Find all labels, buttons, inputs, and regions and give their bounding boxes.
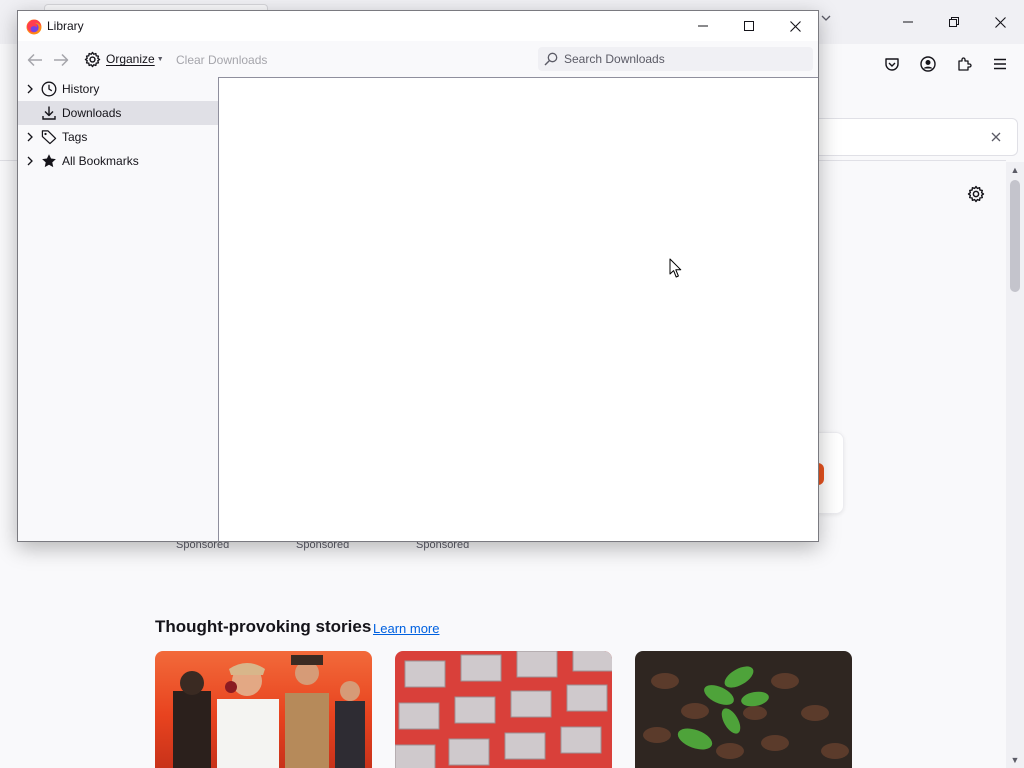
library-sidebar-tree: History Downloads Tags All Bookmarks [18, 77, 218, 541]
story-image [395, 651, 612, 768]
learn-more-link[interactable]: Learn more [373, 621, 439, 636]
newtab-settings-gear-icon[interactable] [964, 182, 988, 206]
clear-downloads-button[interactable]: Clear Downloads [176, 53, 267, 67]
sidebar-item-all-bookmarks[interactable]: All Bookmarks [18, 149, 218, 173]
download-icon [41, 105, 57, 121]
chevron-right-icon[interactable] [24, 83, 36, 95]
account-icon[interactable] [914, 52, 942, 76]
chevron-right-icon[interactable] [24, 131, 36, 143]
search-downloads-input[interactable] [564, 52, 794, 66]
organize-label: Organize [106, 52, 155, 66]
story-card[interactable] [395, 651, 612, 768]
sidebar-item-history[interactable]: History [18, 77, 218, 101]
story-card[interactable] [635, 651, 852, 768]
forward-button[interactable] [50, 50, 72, 70]
menu-icon[interactable] [986, 52, 1014, 76]
page-scrollbar[interactable]: ▲ ▼ [1006, 162, 1024, 768]
maximize-icon [744, 21, 754, 31]
sidebar-item-label: Tags [62, 130, 88, 144]
back-arrow-icon [27, 53, 42, 67]
search-icon [544, 52, 558, 66]
firefox-logo-icon [26, 19, 42, 35]
extensions-icon[interactable] [950, 52, 978, 76]
library-window: Library Organize ▼ Clear Downloads Searc… [17, 10, 819, 542]
scroll-up-arrow-icon[interactable]: ▲ [1006, 162, 1024, 178]
chevron-down-icon: ▼ [156, 55, 164, 63]
library-toolbar: Organize ▼ Clear Downloads [18, 41, 818, 77]
clock-icon [41, 81, 57, 97]
mouse-cursor-icon [669, 258, 682, 278]
search-downloads-box[interactable] [538, 47, 813, 71]
story-image [173, 655, 365, 768]
organize-menu-button[interactable]: Organize ▼ [84, 48, 164, 70]
library-close-button[interactable] [772, 12, 818, 40]
story-card[interactable] [155, 651, 372, 768]
stories-heading: Thought-provoking stories [155, 617, 372, 636]
downloads-list[interactable] [218, 77, 818, 541]
sidebar-item-label: All Bookmarks [62, 154, 139, 168]
star-icon [41, 153, 57, 169]
sidebar-item-downloads[interactable]: Downloads [18, 101, 218, 125]
forward-arrow-icon [54, 53, 69, 67]
notification-bar [818, 118, 1018, 156]
back-button[interactable] [24, 50, 46, 70]
browser-restore-button[interactable] [932, 8, 976, 36]
sidebar-item-tags[interactable]: Tags [18, 125, 218, 149]
scroll-thumb[interactable] [1010, 180, 1020, 292]
browser-minimize-button[interactable] [886, 8, 930, 36]
sidebar-item-label: Downloads [62, 106, 122, 120]
pocket-icon[interactable] [878, 52, 906, 76]
scroll-down-arrow-icon[interactable]: ▼ [1006, 752, 1024, 768]
minimize-icon [698, 25, 708, 27]
story-image [643, 666, 849, 759]
library-maximize-button[interactable] [726, 12, 772, 40]
library-titlebar[interactable]: Library [18, 11, 818, 41]
tag-icon [41, 129, 57, 145]
library-title: Library [47, 19, 84, 33]
chevron-right-icon[interactable] [24, 155, 36, 167]
browser-close-button[interactable] [978, 8, 1022, 36]
notification-close-icon[interactable] [987, 128, 1005, 146]
top-site-card[interactable] [818, 432, 844, 514]
sidebar-item-label: History [62, 82, 100, 96]
close-icon [789, 20, 801, 32]
list-all-tabs-icon[interactable] [818, 12, 834, 32]
gear-icon [84, 51, 101, 67]
library-minimize-button[interactable] [680, 12, 726, 40]
